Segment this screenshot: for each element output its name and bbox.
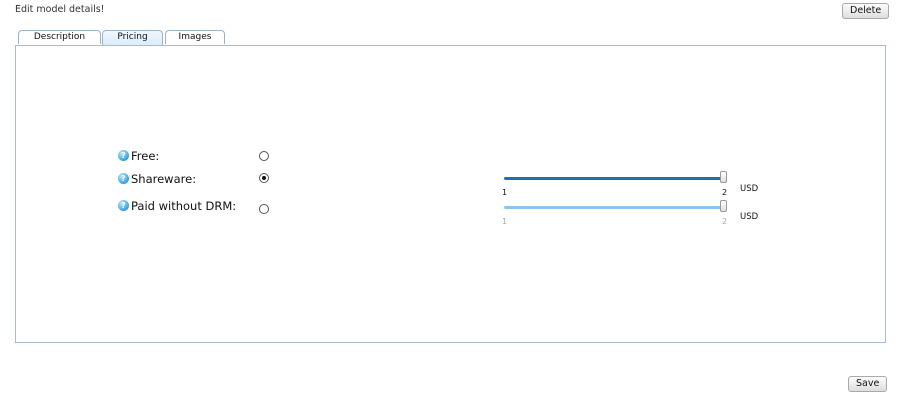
tab-description[interactable]: Description xyxy=(18,30,101,44)
price-slider-2[interactable] xyxy=(504,200,727,213)
slider-track[interactable] xyxy=(504,206,726,209)
help-icon[interactable]: ? xyxy=(118,150,129,161)
option-free-label: Free: xyxy=(131,149,160,163)
option-shareware-label: Shareware: xyxy=(131,172,197,186)
slider-thumb[interactable] xyxy=(720,200,727,212)
delete-button[interactable]: Delete xyxy=(842,3,890,19)
paid-without-drm-radio[interactable] xyxy=(259,204,269,214)
slider-2-unit: USD xyxy=(740,212,759,222)
shareware-radio[interactable] xyxy=(259,173,269,183)
option-paid-label: Paid without DRM: xyxy=(131,199,237,213)
page-title: Edit model details! xyxy=(15,4,105,15)
slider-track[interactable] xyxy=(504,177,726,180)
slider-1-unit: USD xyxy=(740,184,759,194)
save-button[interactable]: Save xyxy=(848,376,888,392)
pricing-panel xyxy=(15,45,886,343)
slider-2-min-label: 1 xyxy=(502,217,508,226)
help-icon[interactable]: ? xyxy=(118,200,129,211)
slider-1-min-label: 1 xyxy=(502,188,508,197)
tab-pricing[interactable]: Pricing xyxy=(102,30,163,45)
slider-2-max-label: 2 xyxy=(722,217,728,226)
tab-images[interactable]: Images xyxy=(165,30,225,44)
slider-1-max-label: 2 xyxy=(722,188,728,197)
help-icon[interactable]: ? xyxy=(118,173,129,184)
free-radio[interactable] xyxy=(259,151,269,161)
price-slider-1[interactable] xyxy=(504,171,727,184)
slider-thumb[interactable] xyxy=(720,171,727,183)
